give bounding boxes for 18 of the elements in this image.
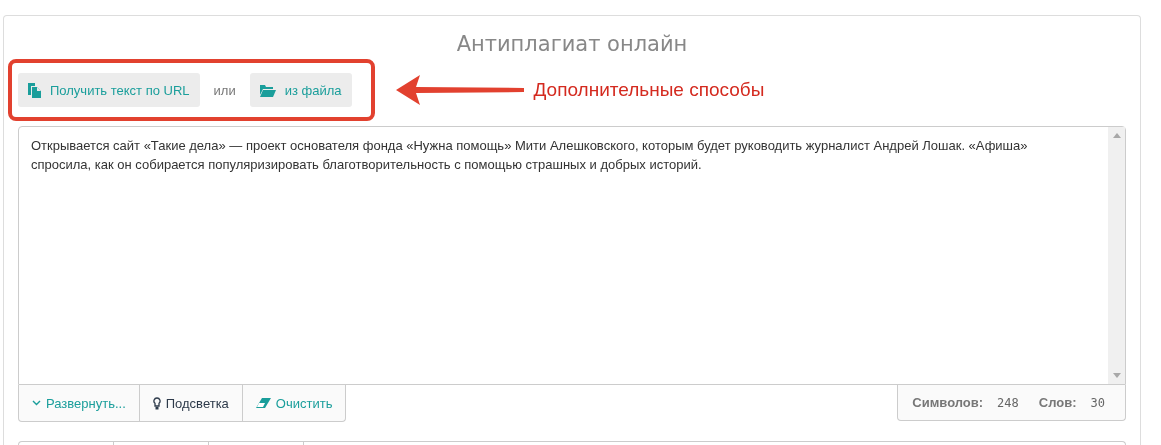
arrow-icon	[395, 75, 524, 105]
lightbulb-icon	[152, 396, 161, 410]
chevron-down-icon	[32, 400, 41, 406]
source-button[interactable]: из файла	[249, 73, 352, 107]
toolbar-button[interactable]: Очистить	[242, 385, 347, 422]
stat-label: Символов:	[912, 395, 984, 410]
stat-value: 30	[1090, 395, 1105, 410]
stat-label: Слов:	[1038, 395, 1077, 410]
eraser-icon	[255, 398, 271, 408]
page-title: Антиплагиат онлайн	[455, 32, 689, 58]
toolbar-button[interactable]: Развернуть...	[18, 385, 140, 422]
documents-icon	[28, 82, 41, 98]
or-text: или	[213, 82, 236, 98]
toolbar-button[interactable]: Подсветка	[139, 385, 243, 422]
folder-icon	[259, 83, 276, 97]
annotation-label: Дополнительные способы	[533, 79, 765, 101]
source-button[interactable]: Получить текст по URL	[18, 73, 200, 107]
stat-value: 248	[997, 395, 1019, 410]
